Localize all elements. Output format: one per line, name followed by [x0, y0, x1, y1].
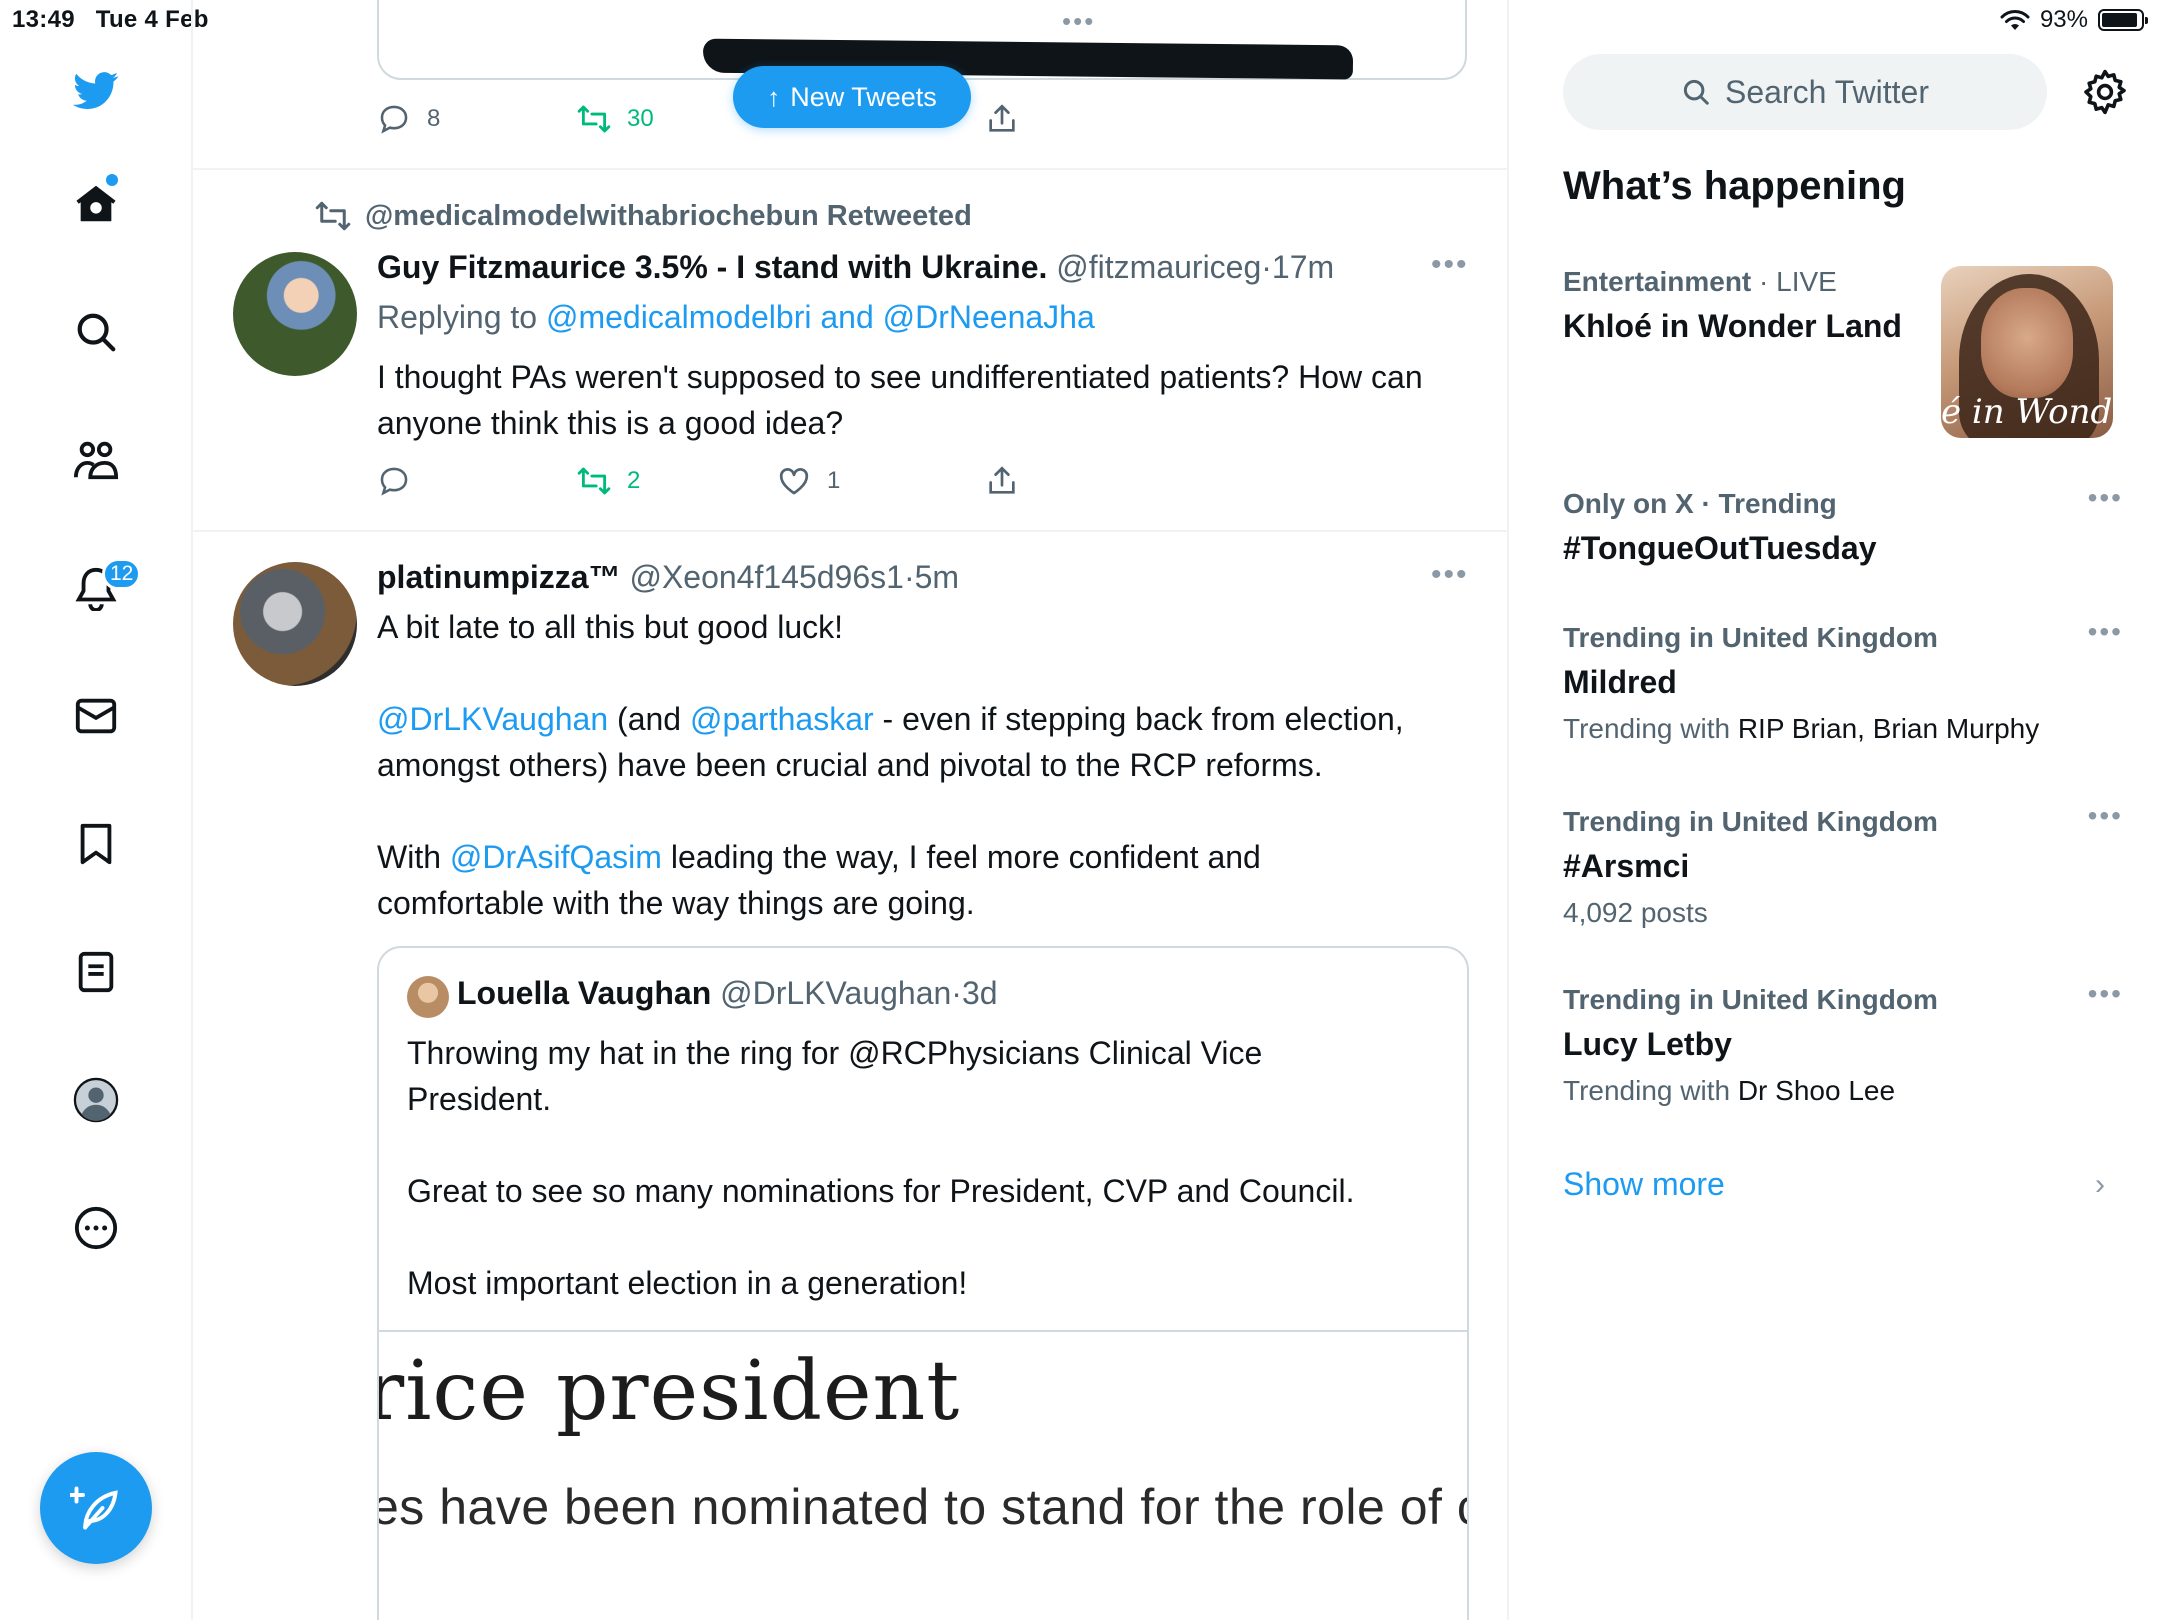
twitter-logo-icon[interactable] — [66, 60, 126, 120]
more-options-icon[interactable] — [66, 1198, 126, 1258]
arrow-up-icon: ↑ — [767, 81, 781, 112]
trend-more-icon[interactable]: ••• — [2088, 616, 2123, 648]
tweet1-time[interactable]: 17m — [1272, 249, 1334, 285]
tweet2-header: platinumpizza™ @Xeon4f145d96s1·5m — [377, 559, 960, 595]
like-button[interactable]: 1 — [777, 464, 840, 498]
trend-more-icon[interactable]: ••• — [2088, 978, 2123, 1010]
bookmarks-icon[interactable] — [66, 814, 126, 874]
notifications-badge: 12 — [102, 558, 142, 590]
tweet2-line1: A bit late to all this but good luck! — [377, 609, 844, 645]
reply-button[interactable] — [377, 464, 411, 498]
tweet2-author-name[interactable]: platinumpizza™ — [377, 559, 621, 595]
tweet1-header: Guy Fitzmaurice 3.5% - I stand with Ukra… — [377, 249, 1335, 285]
right-sidebar: Search Twitter What’s happening Entertai… — [1509, 0, 2160, 1620]
search-icon — [1683, 79, 1709, 105]
tweet-divider — [193, 168, 1507, 170]
compose-tweet-button[interactable] — [40, 1452, 152, 1564]
lists-icon[interactable] — [66, 942, 126, 1002]
replying-user-link[interactable]: @medicalmodelbri — [546, 299, 811, 335]
explore-search-icon[interactable] — [66, 302, 126, 362]
chevron-right-icon: › — [2095, 1168, 2105, 1201]
communities-icon[interactable] — [66, 430, 126, 490]
tweet1-avatar[interactable] — [233, 252, 357, 376]
tweet1-more-icon[interactable]: ••• — [1431, 248, 1469, 282]
trend-item[interactable]: Entertainment · LIVE Khloé in Wonder Lan… — [1563, 266, 1933, 345]
quote-paragraph1: Throwing my hat in the ring for @RCPhysi… — [407, 1035, 1263, 1117]
tweet1-author-name[interactable]: Guy Fitzmaurice 3.5% - I stand with Ukra… — [377, 249, 1047, 285]
tweet2-handle[interactable]: @Xeon4f145d96s1 — [629, 559, 903, 595]
trend-item[interactable]: Trending in United Kingdom Mildred Trend… — [1563, 616, 2123, 745]
retweet-button[interactable]: 30 — [577, 102, 654, 136]
trend-thumbnail-image[interactable]: é in Wonder L — [1941, 266, 2113, 438]
retweet-context-icon — [315, 201, 351, 231]
tweet1-replying-to: Replying to @medicalmodelbri and @DrNeen… — [377, 299, 1095, 335]
tweet2-avatar[interactable] — [233, 562, 357, 686]
timeline[interactable]: 8 30 @medicalmodelwithabriochebun Retwee… — [193, 0, 1509, 1620]
quote-paragraph3: Most important election in a generation! — [407, 1265, 968, 1301]
tweet1-text: I thought PAs weren't supposed to see un… — [377, 359, 1423, 441]
tweet2-paragraph3: With @DrAsifQasim leading the way, I fee… — [377, 839, 1261, 921]
trend-item[interactable]: Trending in United Kingdom Lucy Letby Tr… — [1563, 978, 2123, 1107]
quoted-tweet-card[interactable]: Louella Vaughan @DrLKVaughan·3d Throwing… — [377, 946, 1469, 1620]
mention-link[interactable]: @parthaskar — [690, 701, 874, 737]
whats-happening-title: What’s happening — [1563, 164, 1906, 208]
reply-button[interactable]: 8 — [377, 102, 440, 136]
trend-item[interactable]: Only on X · Trending #TongueOutTuesday •… — [1563, 482, 2123, 567]
share-button[interactable] — [985, 102, 1019, 136]
tweet2-more-icon[interactable]: ••• — [1431, 558, 1469, 592]
mention-link[interactable]: @DrAsifQasim — [450, 839, 662, 875]
share-button[interactable] — [985, 464, 1019, 498]
tweet1-handle[interactable]: @fitzmauriceg — [1056, 249, 1261, 285]
replying-user-link[interactable]: @DrNeenaJha — [883, 299, 1095, 335]
quote-header: Louella Vaughan @DrLKVaughan·3d — [457, 975, 998, 1011]
settings-gear-icon[interactable] — [2081, 68, 2129, 116]
show-more-link[interactable]: Show more — [1563, 1166, 1725, 1203]
tweet1-actions: 2 1 — [377, 464, 1467, 504]
trend-more-icon[interactable]: ••• — [2088, 800, 2123, 832]
search-input[interactable]: Search Twitter — [1563, 54, 2047, 130]
new-tweets-button[interactable]: ↑ New Tweets — [733, 66, 971, 128]
messages-envelope-icon[interactable] — [66, 686, 126, 746]
trend-item[interactable]: Trending in United Kingdom #Arsmci 4,092… — [1563, 800, 2123, 929]
tweet-divider — [193, 530, 1507, 532]
trend-more-icon[interactable]: ••• — [2088, 482, 2123, 514]
tweet2-time[interactable]: 5m — [915, 559, 959, 595]
left-nav: 12 — [0, 0, 193, 1620]
tweet2-paragraph2: @DrLKVaughan (and @parthaskar - even if … — [377, 701, 1404, 783]
home-unread-dot — [106, 174, 118, 186]
profile-avatar-icon[interactable] — [66, 1070, 126, 1130]
compose-feather-icon — [70, 1486, 118, 1530]
retweet-context: @medicalmodelwithabriochebun Retweeted — [315, 198, 972, 234]
quote-paragraph2: Great to see so many nominations for Pre… — [407, 1173, 1355, 1209]
quote-attached-image[interactable]: rice president es have been nominated to… — [379, 1330, 1467, 1620]
retweet-button[interactable]: 2 — [577, 464, 640, 498]
mention-link[interactable]: @DrLKVaughan — [377, 701, 608, 737]
quote-author-avatar — [407, 976, 449, 1018]
